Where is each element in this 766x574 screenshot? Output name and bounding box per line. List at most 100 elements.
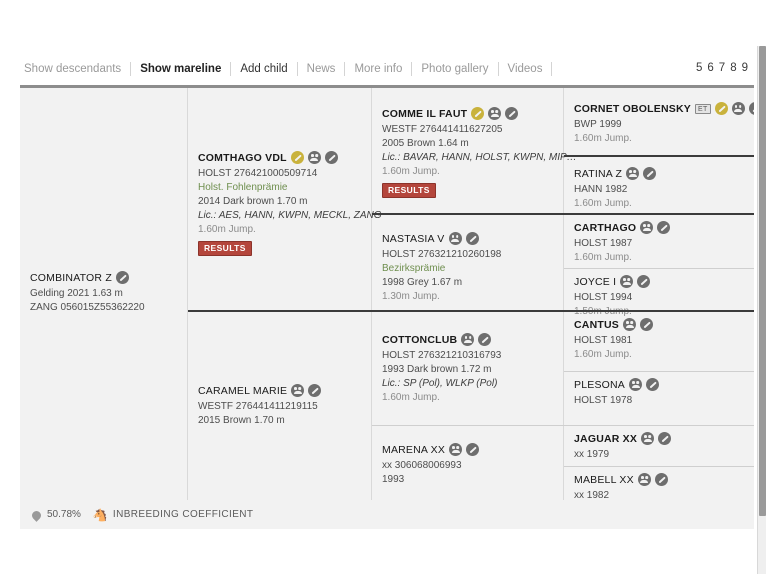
generation-9[interactable]: 9 <box>742 62 748 74</box>
nav-videos[interactable]: Videos <box>499 61 553 76</box>
edit-pencil-icon[interactable] <box>505 107 519 120</box>
horse-card-plesona[interactable]: PLESONA HOLST 1978 <box>564 371 754 414</box>
edit-pencil-icon[interactable] <box>324 151 338 164</box>
pedigree-chart: COMBINATOR Z Gelding 2021 1.63 m ZANG 05… <box>20 85 754 529</box>
horse-card-comthago-vdl[interactable]: COMTHAGO VDL HOLST 276421000509714 Holst… <box>188 145 382 262</box>
horse-registration: HANN 1982 <box>574 184 628 195</box>
edit-pencil-icon[interactable] <box>646 378 660 391</box>
horse-name-row: JAGUAR XX <box>574 432 746 445</box>
horse-name-row: NASTASIA V <box>382 232 556 245</box>
nav-more-info[interactable]: More info <box>345 61 413 76</box>
horse-jump-height: 1.60m Jump. <box>574 349 632 360</box>
pedigree-icon[interactable] <box>641 432 655 445</box>
horse-licenses: Lic.: BAVAR, HANN, HOLST, KWPN, MIP… <box>382 152 577 163</box>
pedigree-icon[interactable] <box>620 275 634 288</box>
horse-name: COMBINATOR Z <box>30 271 112 284</box>
edit-pencil-icon[interactable] <box>115 271 129 284</box>
pedigree-column-subject: COMBINATOR Z Gelding 2021 1.63 m ZANG 05… <box>20 88 188 529</box>
pedigree-icon[interactable] <box>626 167 640 180</box>
pedigree-icon[interactable] <box>629 378 643 391</box>
horse-name: CARAMEL MARIE <box>198 384 288 397</box>
horse-detail-line: Gelding 2021 1.63 m <box>30 288 123 299</box>
horse-card-jaguar-xx[interactable]: JAGUAR XX xx 1979 <box>564 425 754 468</box>
horse-description: 1993 <box>382 474 405 485</box>
pedigree-icon[interactable] <box>488 107 502 120</box>
edit-pencil-icon[interactable] <box>308 384 322 397</box>
pedigree-icon[interactable] <box>622 318 636 331</box>
edit-pencil-icon[interactable] <box>643 167 657 180</box>
horse-icon: 🐴 <box>92 507 108 522</box>
horse-licenses: Lic.: SP (Pol), WLKP (Pol) <box>382 378 498 389</box>
horse-description: 1993 Dark brown 1.72 m <box>382 364 492 375</box>
generation-6[interactable]: 6 <box>707 62 713 74</box>
horse-name-row: COTTONCLUB <box>382 333 556 346</box>
pedigree-column-parents: COMTHAGO VDL HOLST 276421000509714 Holst… <box>188 88 382 529</box>
bottom-white-strip <box>0 529 766 574</box>
horse-name: CANTUS <box>574 318 619 331</box>
pedigree-icon[interactable] <box>461 333 475 346</box>
pedigree-icon[interactable] <box>307 151 321 164</box>
horse-description: 2015 Brown 1.70 m <box>198 415 285 426</box>
horse-name: CARTHAGO <box>574 221 637 234</box>
horse-name: NASTASIA V <box>382 232 445 245</box>
gold-pencil-icon[interactable] <box>714 102 728 115</box>
pedigree-toolbar: Show descendants Show mareline Add child… <box>0 52 766 85</box>
edit-pencil-icon[interactable] <box>658 432 672 445</box>
edit-pencil-icon[interactable] <box>637 275 651 288</box>
horse-name: RATINA Z <box>574 167 623 180</box>
horse-name: PLESONA <box>574 378 626 391</box>
horse-card-ratina-z[interactable]: RATINA Z HANN 1982 1.60m Jump. <box>564 155 754 217</box>
horse-card-nastasia-v[interactable]: NASTASIA V HOLST 276321210260198 Bezirks… <box>372 213 564 310</box>
pedigree-icon[interactable] <box>291 384 305 397</box>
horse-name-row: COMME IL FAUT <box>382 107 556 120</box>
generation-5[interactable]: 5 <box>696 62 702 74</box>
horse-registration: WESTF 276441411627205 <box>382 124 503 135</box>
horse-card-combinator-z[interactable]: COMBINATOR Z Gelding 2021 1.63 m ZANG 05… <box>20 265 188 321</box>
horse-card-carthago[interactable]: CARTHAGO HOLST 1987 1.60m Jump. <box>564 213 754 271</box>
horse-description: 2014 Dark brown 1.70 m <box>198 196 308 207</box>
horse-name: JAGUAR XX <box>574 432 638 445</box>
top-white-strip <box>0 0 766 46</box>
nav-show-mareline[interactable]: Show mareline <box>131 61 232 76</box>
edit-pencil-icon[interactable] <box>657 221 671 234</box>
horse-card-cantus[interactable]: CANTUS HOLST 1981 1.60m Jump. <box>564 310 754 368</box>
nav-news[interactable]: News <box>298 61 346 76</box>
horse-registration: HOLST 276321210316793 <box>382 350 502 361</box>
horse-jump-height: 1.60m Jump. <box>574 252 632 263</box>
horse-jump-height: 1.30m Jump. <box>382 291 440 302</box>
horse-jump-height: 1.60m Jump. <box>574 133 632 144</box>
horse-card-comme-il-faut[interactable]: COMME IL FAUT WESTF 276441411627205 2005… <box>372 101 577 204</box>
edit-pencil-icon[interactable] <box>465 232 479 245</box>
pedigree-icon[interactable] <box>637 473 651 486</box>
edit-pencil-icon[interactable] <box>639 318 653 331</box>
pedigree-icon[interactable] <box>640 221 654 234</box>
edit-pencil-icon[interactable] <box>654 473 668 486</box>
horse-card-cornet-obolensky[interactable]: CORNET OBOLENSKY ET BWP 1999 1.60m Jump. <box>564 96 754 152</box>
generation-8[interactable]: 8 <box>730 62 736 74</box>
generation-7[interactable]: 7 <box>719 62 725 74</box>
nav-add-child[interactable]: Add child <box>231 61 298 76</box>
horse-card-caramel-marie[interactable]: CARAMEL MARIE WESTF 276441411219115 2015… <box>188 310 372 434</box>
inbreeding-value: 50.78% <box>47 509 81 520</box>
horse-jump-height: 1.60m Jump. <box>574 198 632 209</box>
gold-pencil-icon[interactable] <box>290 151 304 164</box>
horse-jump-height: 1.60m Jump. <box>382 166 440 177</box>
horse-description: 2005 Brown 1.64 m <box>382 138 469 149</box>
horse-registration: HOLST 1978 <box>574 395 633 406</box>
nav-show-descendants[interactable]: Show descendants <box>24 61 132 76</box>
horse-card-cottonclub[interactable]: COTTONCLUB HOLST 276321210316793 1993 Da… <box>372 310 564 411</box>
horse-registration: HOLST 1987 <box>574 238 633 249</box>
edit-pencil-icon[interactable] <box>478 333 492 346</box>
vertical-scrollbar[interactable] <box>757 46 766 574</box>
scrollbar-thumb[interactable] <box>759 46 766 516</box>
gold-pencil-icon[interactable] <box>471 107 485 120</box>
edit-pencil-icon[interactable] <box>748 102 754 115</box>
pedigree-icon[interactable] <box>731 102 745 115</box>
results-badge[interactable]: RESULTS <box>198 241 252 256</box>
nav-photo-gallery[interactable]: Photo gallery <box>412 61 499 76</box>
results-badge[interactable]: RESULTS <box>382 183 436 198</box>
pedigree-icon[interactable] <box>448 232 462 245</box>
horse-card-marena-xx[interactable]: MARENA XX xx 306068006993 1993 <box>372 425 564 493</box>
edit-pencil-icon[interactable] <box>466 443 480 456</box>
pedigree-icon[interactable] <box>449 443 463 456</box>
